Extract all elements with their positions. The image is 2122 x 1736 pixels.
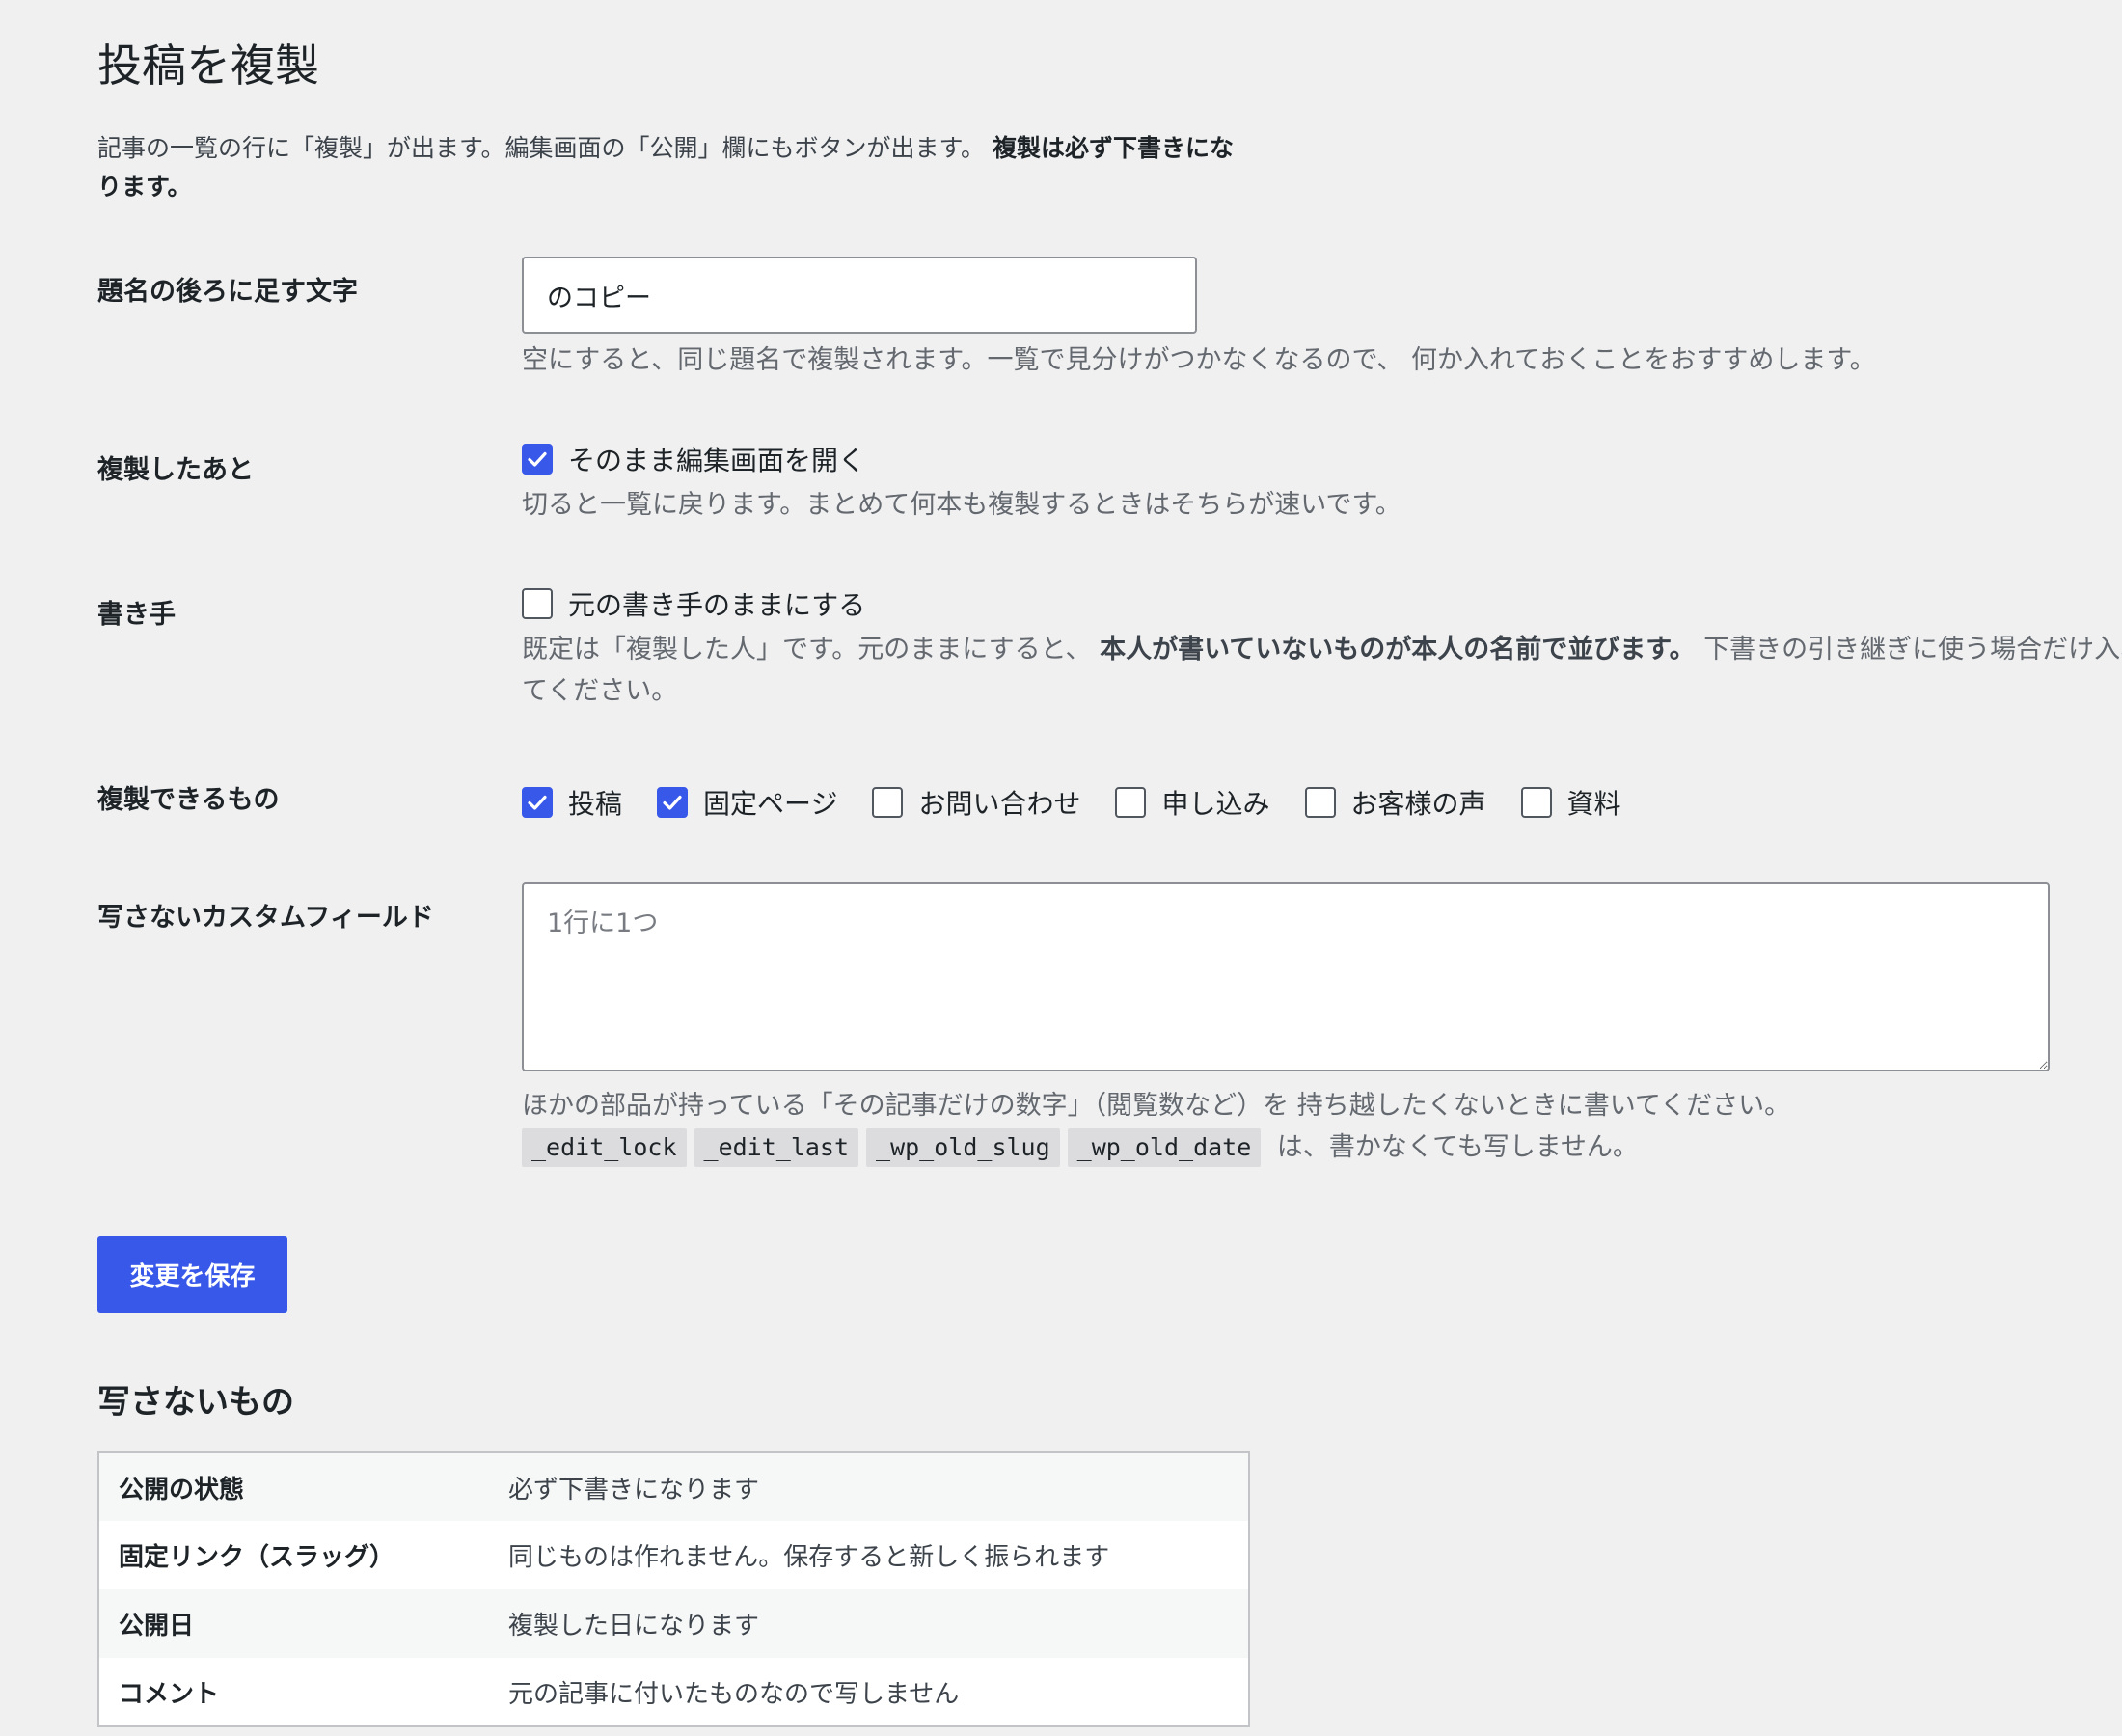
custom-fields-label: 写さないカスタムフィールド — [97, 903, 434, 933]
post-type-option-post[interactable]: 投稿 — [522, 783, 622, 822]
keep-author-option[interactable]: 元の書き手のままにする — [522, 584, 2122, 623]
table-value: 複製した日になります — [508, 1612, 760, 1641]
table-value: 同じものは作れません。保存すると新しく振られます — [508, 1543, 1110, 1572]
excluded-table: 公開の状態 必ず下書きになります 固定リンク（スラッグ） 同じものは作れません。… — [97, 1451, 1250, 1727]
suffix-input[interactable] — [522, 257, 1197, 334]
checkmark-icon — [663, 795, 682, 810]
post-type-label: お問い合わせ — [918, 788, 1081, 820]
checkmark-icon — [528, 795, 547, 810]
field-key: _wp_old_date — [1067, 1128, 1262, 1167]
table-row: 公開日 複製した日になります — [98, 1589, 1249, 1658]
page-title: 投稿を複製 — [97, 40, 319, 92]
table-key: 固定リンク（スラッグ） — [119, 1543, 395, 1572]
intro-text: 記事の一覧の行に「複製」が出ます。編集画面の「公開」欄にもボタンが出ます。 複製… — [97, 129, 1255, 206]
suffix-description: 空にすると、同じ題名で複製されます。一覧で見分けがつかなくなるので、 何か入れて… — [522, 345, 1876, 375]
post-types-list: 投稿 固定ページ お問い合わせ 申し込み お客様の声 資料 — [522, 783, 1656, 822]
custom-fields-description: ほかの部品が持っている「その記事だけの数字」（閲覧数など）を 持ち越したくないと… — [522, 1091, 1791, 1121]
table-row: コメント 元の記事に付いたものなので写しません — [98, 1658, 1249, 1726]
field-key: _edit_lock — [522, 1128, 687, 1167]
table-key: 公開の状態 — [119, 1475, 245, 1505]
checkmark-icon — [528, 451, 547, 467]
post-type-option-contact[interactable]: お問い合わせ — [872, 783, 1080, 822]
post-type-option-page[interactable]: 固定ページ — [657, 783, 837, 822]
after-duplicate-description: 切ると一覧に戻ります。まとめて何本も複製するときはそちらが速いです。 — [522, 490, 1401, 520]
post-type-checkbox[interactable] — [1115, 787, 1147, 818]
post-type-option-application[interactable]: 申し込み — [1115, 783, 1270, 822]
field-key: _wp_old_slug — [866, 1128, 1060, 1167]
open-editor-option[interactable]: そのまま編集画面を開く — [522, 440, 1401, 478]
table-value: 元の記事に付いたものなので写しません — [508, 1679, 960, 1709]
after-duplicate-label: 複製したあと — [97, 455, 254, 485]
post-type-checkbox[interactable] — [1520, 787, 1552, 818]
post-type-option-document[interactable]: 資料 — [1520, 783, 1621, 822]
custom-fields-field: ほかの部品が持っている「その記事だけの数字」（閲覧数など）を 持ち越したくないと… — [522, 882, 2050, 1168]
open-editor-checkbox[interactable] — [522, 444, 553, 475]
table-value: 必ず下書きになります — [508, 1475, 760, 1505]
post-type-label: 投稿 — [568, 788, 623, 820]
suffix-field: 空にすると、同じ題名で複製されます。一覧で見分けがつかなくなるので、 何か入れて… — [522, 257, 1876, 381]
post-type-checkbox[interactable] — [657, 787, 689, 818]
author-field: 元の書き手のままにする 既定は「複製した人」です。元のままにすると、 本人が書い… — [522, 584, 2122, 712]
author-description-bold: 本人が書いていないものが本人の名前で並びます。 — [1100, 635, 1696, 665]
table-key: 公開日 — [119, 1612, 195, 1641]
post-types-field: 投稿 固定ページ お問い合わせ 申し込み お客様の声 資料 — [522, 783, 1656, 822]
post-type-checkbox[interactable] — [1304, 787, 1336, 818]
custom-fields-keys: _edit_lock _edit_last _wp_old_slug _wp_old_… — [522, 1126, 2050, 1168]
author-description: 既定は「複製した人」です。元のままにすると、 本人が書いていないものが本人の名前… — [522, 629, 2122, 712]
table-row: 固定リンク（スラッグ） 同じものは作れません。保存すると新しく振られます — [98, 1521, 1249, 1589]
field-key: _edit_last — [694, 1128, 859, 1167]
author-description-before: 既定は「複製した人」です。元のままにすると、 — [522, 635, 1092, 665]
post-type-checkbox[interactable] — [872, 787, 904, 818]
post-type-label: 資料 — [1566, 788, 1621, 820]
post-type-checkbox[interactable] — [522, 787, 553, 818]
keep-author-label: 元の書き手のままにする — [568, 589, 866, 621]
excluded-section-title: 写さないもの — [97, 1383, 294, 1422]
after-duplicate-field: そのまま編集画面を開く 切ると一覧に戻ります。まとめて何本も複製するときはそちら… — [522, 440, 1401, 526]
table-key: コメント — [119, 1679, 220, 1709]
post-type-label: 申し込み — [1161, 788, 1270, 820]
custom-fields-keys-suffix: は、書かなくても写しません。 — [1276, 1132, 1639, 1162]
save-button[interactable]: 変更を保存 — [97, 1236, 287, 1313]
post-type-option-testimonial[interactable]: お客様の声 — [1304, 783, 1486, 822]
keep-author-checkbox[interactable] — [522, 588, 553, 619]
custom-fields-textarea[interactable] — [522, 882, 2050, 1071]
intro-text-plain: 記事の一覧の行に「複製」が出ます。編集画面の「公開」欄にもボタンが出ます。 — [97, 134, 986, 162]
post-types-label: 複製できるもの — [97, 785, 280, 815]
open-editor-label: そのまま編集画面を開く — [568, 445, 866, 476]
suffix-label: 題名の後ろに足す文字 — [97, 277, 358, 307]
post-type-label: 固定ページ — [703, 788, 838, 820]
table-row: 公開の状態 必ず下書きになります — [98, 1452, 1249, 1521]
author-label: 書き手 — [97, 600, 176, 630]
post-type-label: お客様の声 — [1350, 788, 1486, 820]
